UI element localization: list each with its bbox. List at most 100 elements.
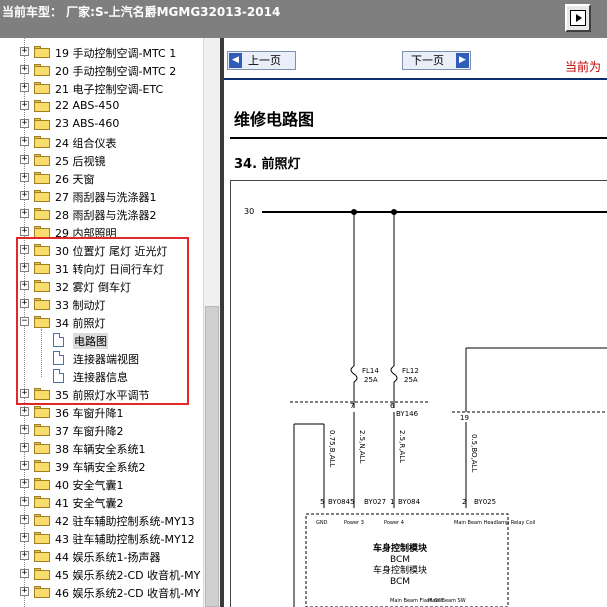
tree-item[interactable]: +33 制动灯 <box>0 295 203 313</box>
fuse-connector: BY146 <box>396 410 419 418</box>
expand-toggle-icon[interactable]: + <box>20 443 29 452</box>
expand-toggle-icon[interactable]: + <box>20 497 29 506</box>
tree-item[interactable]: +29 内部照明 <box>0 223 203 241</box>
prev-page-button[interactable]: ◀ 上一页 <box>227 51 296 70</box>
tree-item[interactable]: +27 雨刮器与洗涤器1 <box>0 187 203 205</box>
tree-item-label: 41 安全气囊2 <box>55 497 124 510</box>
tree-item[interactable]: +20 手动控制空调-MTC 2 <box>0 61 203 79</box>
expand-toggle-icon[interactable]: + <box>20 299 29 308</box>
tree-item[interactable]: +22 ABS-450 <box>0 97 203 115</box>
expand-toggle-icon[interactable]: + <box>20 227 29 236</box>
tree-item[interactable]: +40 安全气囊1 <box>0 475 203 493</box>
tree-item[interactable]: +19 手动控制空调-MTC 1 <box>0 43 203 61</box>
expand-toggle-icon[interactable]: + <box>20 263 29 272</box>
tree-item-label: 27 雨刮器与洗涤器1 <box>55 191 157 204</box>
tree-item[interactable]: +37 车窗升降2 <box>0 421 203 439</box>
fuse-left-rating: 25A <box>364 376 378 384</box>
tree-item[interactable]: +30 位置灯 尾灯 近光灯 <box>0 241 203 259</box>
expand-toggle-icon[interactable]: + <box>20 515 29 524</box>
bus-label: 30 <box>244 207 254 216</box>
expand-toggle-icon[interactable]: + <box>20 407 29 416</box>
bcm-pin: 5 <box>350 498 354 506</box>
wire-label: 2.5,N,ALL <box>358 430 366 464</box>
tree-item-label: 29 内部照明 <box>55 227 117 240</box>
section-title: 维修电路图 <box>234 110 315 129</box>
tree-item[interactable]: +46 娱乐系统2-CD 收音机-MY <box>0 583 203 601</box>
tree-item[interactable]: +26 天窗 <box>0 169 203 187</box>
expand-toggle-icon[interactable]: + <box>20 587 29 596</box>
folder-icon <box>34 388 50 400</box>
tree-item[interactable]: +43 驻车辅助控制系统-MY12 <box>0 529 203 547</box>
tree-item-label: 25 后视镜 <box>55 155 106 168</box>
expand-toggle-icon[interactable]: + <box>20 281 29 290</box>
tree-subitem[interactable]: 连接器端视图 <box>0 349 203 367</box>
tree-subitem[interactable]: 连接器信息 <box>0 367 203 385</box>
viewer-divider <box>220 38 224 607</box>
tree-item[interactable]: +32 雾灯 倒车灯 <box>0 277 203 295</box>
tree-item-label: 38 车辆安全系统1 <box>55 443 146 456</box>
tree-item[interactable]: +36 车窗升降1 <box>0 403 203 421</box>
expand-toggle-icon[interactable]: + <box>20 191 29 200</box>
folder-icon <box>34 136 50 148</box>
tree-item[interactable]: +25 后视镜 <box>0 151 203 169</box>
fuse-symbol <box>350 365 358 383</box>
expand-toggle-icon[interactable]: + <box>20 389 29 398</box>
document-icon <box>53 351 64 365</box>
wiring-diagram: 30 FL14 25A 7 FL12 25A 6 BY146 19 0.75,B… <box>244 207 607 607</box>
expand-toggle-icon[interactable]: + <box>20 479 29 488</box>
tree-item-label: 21 电子控制空调-ETC <box>55 83 164 96</box>
collapse-toggle-icon[interactable]: − <box>20 317 29 326</box>
tree-subitem-label: 连接器信息 <box>73 371 128 384</box>
expand-toggle-icon[interactable]: + <box>20 209 29 218</box>
prev-page-label: 上一页 <box>248 54 281 67</box>
tree-item[interactable]: − 34 前照灯 <box>0 313 203 331</box>
expand-toggle-icon[interactable]: + <box>20 245 29 254</box>
expand-toggle-icon[interactable]: + <box>20 551 29 560</box>
tree-item[interactable]: +39 车辆安全系统2 <box>0 457 203 475</box>
right-arrow-icon: ▶ <box>456 53 469 68</box>
tree-item[interactable]: +21 电子控制空调-ETC <box>0 79 203 97</box>
tree-scrollbar[interactable] <box>203 38 220 607</box>
bcm-name-cn: 车身控制模块 <box>373 542 428 554</box>
fuse-right-pin: 6 <box>390 402 395 410</box>
tree-item[interactable]: +45 娱乐系统2-CD 收音机-MY <box>0 565 203 583</box>
tree-item[interactable]: +41 安全气囊2 <box>0 493 203 511</box>
tree-item[interactable]: +38 车辆安全系统1 <box>0 439 203 457</box>
scrollbar-thumb[interactable] <box>205 306 219 607</box>
tree-subitem-label: 电路图 <box>73 333 108 349</box>
bcm-pin: 5 <box>320 498 324 506</box>
folder-icon <box>34 424 50 436</box>
tree-subitem[interactable]: 电路图 <box>0 331 203 349</box>
tree-item[interactable]: +31 转向灯 日间行车灯 <box>0 259 203 277</box>
tree-item-label: 43 驻车辅助控制系统-MY12 <box>55 533 195 546</box>
tree-item[interactable]: +23 ABS-460 <box>0 115 203 133</box>
expand-toggle-icon[interactable]: + <box>20 83 29 92</box>
folder-icon <box>34 532 50 544</box>
expand-toggle-icon[interactable]: + <box>20 569 29 578</box>
fuse-right-name: FL12 <box>402 367 419 375</box>
expand-toggle-icon[interactable]: + <box>20 119 29 128</box>
tree-item-label: 32 雾灯 倒车灯 <box>55 281 131 294</box>
expand-toggle-icon[interactable]: + <box>20 173 29 182</box>
expand-toggle-icon[interactable]: + <box>20 533 29 542</box>
tree-item[interactable]: +24 组合仪表 <box>0 133 203 151</box>
expand-toggle-icon[interactable]: + <box>20 47 29 56</box>
expand-toggle-icon[interactable]: + <box>20 137 29 146</box>
left-arrow-icon: ◀ <box>229 53 242 68</box>
folder-icon <box>34 190 50 202</box>
tree-item[interactable]: +44 娱乐系统1-扬声器 <box>0 547 203 565</box>
expand-toggle-icon[interactable]: + <box>20 65 29 74</box>
tree-item[interactable]: +42 驻车辅助控制系统-MY13 <box>0 511 203 529</box>
exit-button[interactable] <box>565 4 591 32</box>
bcm-connector: BY084 <box>398 498 421 506</box>
expand-toggle-icon[interactable]: + <box>20 461 29 470</box>
bcm-pin-desc: Power 3 <box>344 520 364 526</box>
expand-toggle-icon[interactable]: + <box>20 101 29 110</box>
expand-toggle-icon[interactable]: + <box>20 425 29 434</box>
expand-toggle-icon[interactable]: + <box>20 155 29 164</box>
tree-item[interactable]: +35 前照灯水平调节 <box>0 385 203 403</box>
next-page-button[interactable]: 下一页 ▶ <box>402 51 471 70</box>
tree-item-label: 30 位置灯 尾灯 近光灯 <box>55 245 168 258</box>
document-icon <box>53 333 64 347</box>
tree-item[interactable]: +28 雨刮器与洗涤器2 <box>0 205 203 223</box>
